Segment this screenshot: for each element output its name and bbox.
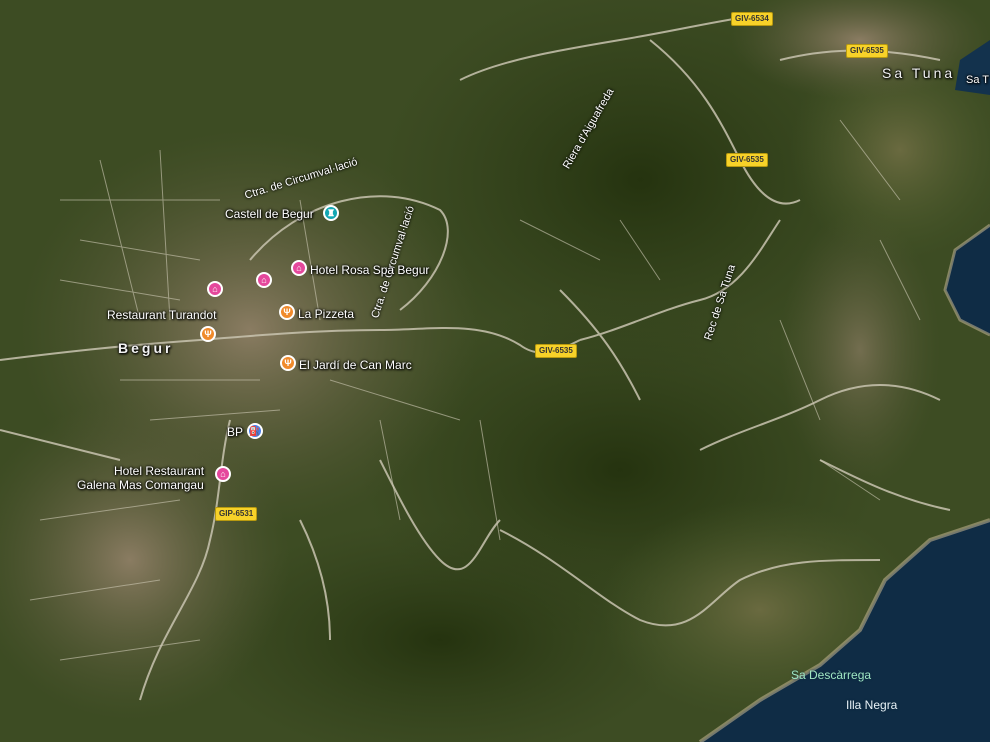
fork-knife-icon[interactable]: Ψ [200,326,216,342]
bed-icon[interactable]: ⌂ [256,272,272,288]
road-shield-giv6535: GIV-6535 [535,344,577,358]
road-shield-giv6534: GIV-6534 [731,12,773,26]
satellite-map[interactable] [0,0,990,742]
poi-label-hotel-galena-line1[interactable]: Hotel Restaurant [114,464,204,478]
monument-icon[interactable]: ♜ [323,205,339,221]
poi-label-bp[interactable]: BP [227,425,243,439]
poi-label-castell-begur[interactable]: Castell de Begur [225,207,314,221]
poi-label-can-marc[interactable]: El Jardí de Can Marc [299,358,412,372]
poi-label-restaurant-turandot[interactable]: Restaurant Turandot [107,308,216,322]
place-label-sa-descarrega[interactable]: Sa Descàrrega [791,668,871,682]
bed-icon[interactable]: ⌂ [291,260,307,276]
bed-icon[interactable]: ⌂ [215,466,231,482]
poi-label-hotel-rosa[interactable]: Hotel Rosa Spa Begur [310,263,429,277]
road-shield-giv6535: GIV-6535 [846,44,888,58]
road-shield-gip6531: GIP-6531 [215,507,258,521]
poi-label-hotel-galena-line2[interactable]: Galena Mas Comangau [77,478,204,492]
town-label-sa-tuna-edge[interactable]: Sa T [966,73,989,87]
poi-label-la-pizzeta[interactable]: La Pizzeta [298,307,354,321]
place-label-illa-negra[interactable]: Illa Negra [846,698,897,712]
road-shield-giv6535: GIV-6535 [726,153,768,167]
town-label-sa-tuna[interactable]: Sa Tuna [882,66,955,80]
town-label-begur[interactable]: Begur [118,341,173,355]
fork-knife-icon[interactable]: Ψ [279,304,295,320]
fuel-icon[interactable]: ⛽ [247,423,263,439]
fork-knife-icon[interactable]: Ψ [280,355,296,371]
bed-icon[interactable]: ⌂ [207,281,223,297]
town-area [780,210,940,490]
